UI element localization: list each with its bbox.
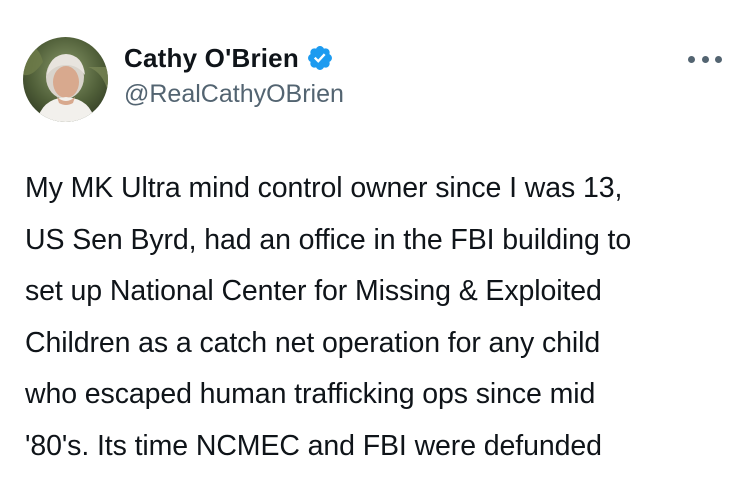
user-handle[interactable]: @RealCathyOBrien: [124, 78, 344, 110]
tweet-text-line: '80's. Its time NCMEC and FBI were defun…: [25, 429, 602, 462]
tweet-text-line: My MK Ultra mind control owner since I w…: [25, 172, 623, 204]
tweet-text-line: US Sen Byrd, had an office in the FBI bu…: [25, 223, 632, 256]
author-name-row: Cathy O'Brien: [124, 41, 334, 75]
profile-photo-icon: [23, 37, 108, 122]
more-options-icon: [688, 55, 722, 63]
dot: [688, 55, 695, 63]
dot: [701, 55, 709, 63]
avatar[interactable]: [23, 37, 108, 122]
tweet-text: My MK Ultra mind control owner since I w…: [25, 163, 740, 472]
tweet-card: Cathy O'Brien @RealCathyOBrien My MK Ult…: [0, 0, 750, 481]
display-name[interactable]: Cathy O'Brien: [124, 41, 299, 75]
more-options-button[interactable]: [683, 44, 727, 74]
verified-badge-icon: [306, 44, 334, 72]
tweet-text-line: set up National Center for Missing & Exp…: [25, 275, 602, 307]
tweet-text-line: who escaped human trafficking ops since …: [25, 378, 596, 410]
tweet-text-line: Children as a catch net operation for an…: [25, 326, 601, 359]
dot: [715, 55, 722, 63]
